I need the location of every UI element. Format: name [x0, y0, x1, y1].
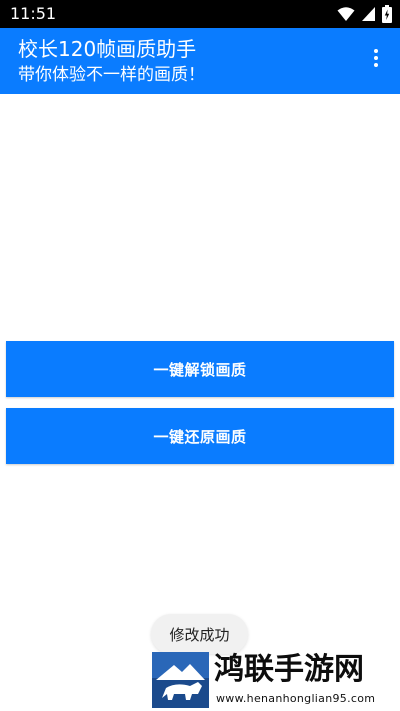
unlock-quality-button[interactable]: 一键解锁画质 — [6, 341, 394, 397]
wifi-icon — [337, 7, 355, 21]
status-time: 11:51 — [10, 4, 57, 23]
toast-message: 修改成功 — [151, 614, 248, 654]
app-subtitle: 带你体验不一样的画质！ — [18, 65, 205, 85]
overflow-menu-icon[interactable] — [364, 46, 388, 74]
watermark-logo-icon — [152, 652, 209, 708]
watermark-url: www.henanhonglian95.com — [216, 692, 376, 705]
watermark: 鸿联手游网 www.henanhonglian95.com — [152, 652, 392, 708]
signal-icon — [362, 7, 375, 21]
app-bar: 校长120帧画质助手 带你体验不一样的画质！ — [0, 28, 400, 94]
status-icons — [337, 5, 392, 23]
app-title: 校长120帧画质助手 — [18, 37, 197, 61]
restore-quality-button[interactable]: 一键还原画质 — [6, 408, 394, 464]
battery-icon — [382, 5, 392, 23]
watermark-name: 鸿联手游网 — [214, 652, 364, 687]
status-bar: 11:51 — [0, 0, 400, 28]
